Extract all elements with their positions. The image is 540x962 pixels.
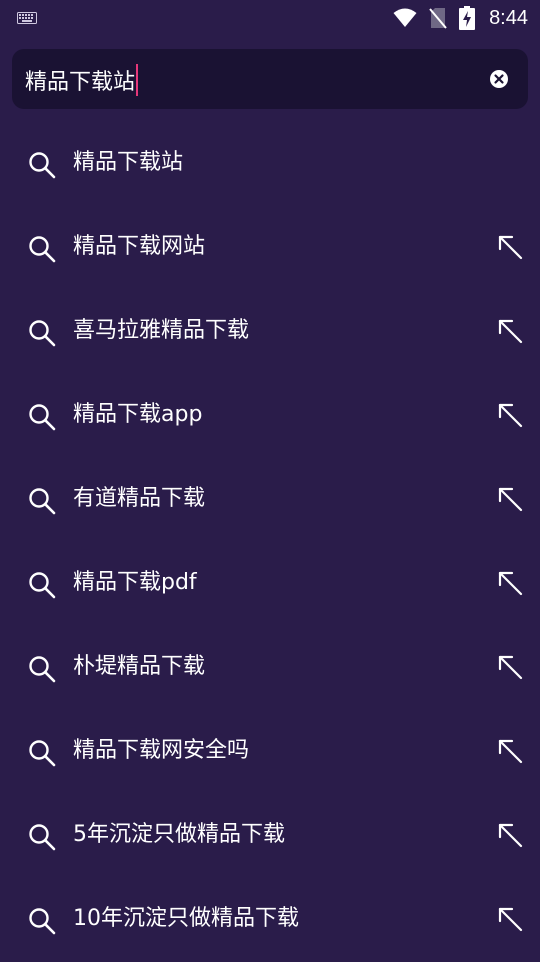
suggestion-row[interactable]: 精品下载app: [0, 374, 540, 458]
search-input-text: 精品下载站: [25, 70, 136, 95]
search-icon: [29, 152, 56, 179]
suggestion-label: 精品下载网安全吗: [73, 738, 250, 763]
search-icon: [29, 824, 56, 851]
search-icon: [29, 236, 56, 263]
suggestion-label: 10年沉淀只做精品下载: [73, 906, 299, 931]
search-icon: [29, 908, 56, 935]
suggestion-label: 精品下载站: [73, 150, 184, 175]
fill-query-arrow-icon[interactable]: [496, 653, 524, 681]
suggestion-row[interactable]: 精品下载站: [0, 122, 540, 206]
fill-query-arrow-icon[interactable]: [496, 569, 524, 597]
suggestion-row[interactable]: 精品下载网安全吗: [0, 710, 540, 794]
clear-icon[interactable]: [488, 68, 510, 90]
text-caret: [136, 64, 139, 96]
suggestion-row[interactable]: 5年沉淀只做精品下载: [0, 794, 540, 878]
fill-query-arrow-icon[interactable]: [496, 317, 524, 345]
fill-query-arrow-icon[interactable]: [496, 821, 524, 849]
suggestion-row[interactable]: 10年沉淀只做精品下载: [0, 878, 540, 962]
fill-query-arrow-icon[interactable]: [496, 233, 524, 261]
search-icon: [29, 740, 56, 767]
suggestion-row[interactable]: 有道精品下载: [0, 458, 540, 542]
fill-query-arrow-icon[interactable]: [496, 737, 524, 765]
search-icon: [29, 320, 56, 347]
fill-query-arrow-icon[interactable]: [496, 401, 524, 429]
search-icon: [29, 656, 56, 683]
search-input[interactable]: 精品下载站: [25, 63, 139, 97]
fill-query-arrow-icon[interactable]: [496, 485, 524, 513]
suggestion-label: 朴堤精品下载: [73, 654, 206, 679]
search-icon: [29, 404, 56, 431]
suggestion-label: 精品下载网站: [73, 234, 206, 259]
suggestion-label: 有道精品下载: [73, 486, 206, 511]
no-sim-icon: [429, 8, 447, 29]
suggestion-row[interactable]: 精品下载网站: [0, 206, 540, 290]
keyboard-icon: [17, 12, 37, 24]
suggestion-row[interactable]: 精品下载pdf: [0, 542, 540, 626]
suggestion-label: 5年沉淀只做精品下载: [73, 822, 285, 847]
suggestion-list: 精品下载站 精品下载网站 喜马拉雅精品下载 精品下载app 有道精品下载 精品下…: [0, 122, 540, 962]
fill-query-arrow-icon[interactable]: [496, 905, 524, 933]
suggestion-label: 精品下载app: [73, 402, 203, 427]
status-bar: 8:44: [0, 0, 540, 36]
search-icon: [29, 572, 56, 599]
clock: 8:44: [489, 7, 528, 29]
suggestion-row[interactable]: 喜马拉雅精品下载: [0, 290, 540, 374]
battery-charging-icon: [459, 6, 475, 30]
suggestion-row[interactable]: 朴堤精品下载: [0, 626, 540, 710]
wifi-icon: [393, 8, 417, 27]
suggestion-label: 喜马拉雅精品下载: [73, 318, 250, 343]
suggestion-label: 精品下载pdf: [73, 570, 197, 595]
search-icon: [29, 488, 56, 515]
search-box[interactable]: 精品下载站: [12, 49, 528, 109]
